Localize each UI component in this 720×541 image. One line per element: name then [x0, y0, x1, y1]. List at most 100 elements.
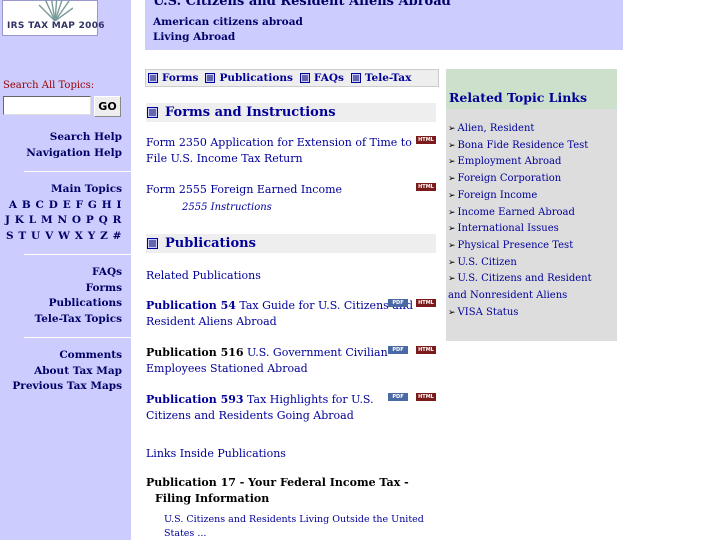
related-topic-item[interactable]: ➢ U.S. Citizens and Resident	[448, 271, 616, 288]
forms-link[interactable]: Forms	[35, 281, 122, 297]
arrow-bullet-icon: ➢	[448, 190, 456, 201]
2555-instructions-link[interactable]: 2555 Instructions	[182, 202, 272, 213]
alphabet-row-j-r[interactable]: J K L M N O P Q R	[5, 213, 122, 229]
html-badge-icon[interactable]: HTML	[416, 299, 436, 307]
publications-section-heading: Publications	[146, 234, 436, 253]
previous-tax-maps-link[interactable]: Previous Tax Maps	[12, 379, 122, 395]
html-badge-icon[interactable]: HTML	[416, 346, 436, 354]
publication-593-link[interactable]: Publication 593 Tax Highlights for U.S. …	[146, 393, 374, 422]
form-title: Foreign Earned Income	[206, 183, 343, 196]
forms-section-heading: Forms and Instructions	[146, 103, 436, 122]
topic-label: Foreign Corporation	[457, 173, 562, 185]
arrow-bullet-icon: ➢	[448, 207, 456, 218]
related-topic-item[interactable]: ➢ Physical Presence Test	[448, 238, 616, 255]
search-input[interactable]	[3, 96, 91, 115]
related-topic-list: ➢ Alien, Resident ➢ Bona Fide Residence Te…	[448, 121, 616, 321]
publication-516-item[interactable]: Publication 516 U.S. Government Civilian…	[146, 345, 416, 377]
form-number: Form 2555	[146, 183, 207, 196]
header-subtitle-1: American citizens abroad	[153, 16, 303, 28]
main-topics-link[interactable]: Main Topics	[5, 182, 122, 198]
topic-label: Income Earned Abroad	[457, 206, 575, 218]
html-badge-icon[interactable]: HTML	[416, 136, 436, 144]
header-subtitle-2: Living Abroad	[153, 31, 236, 43]
related-publications-label: Related Publications	[146, 269, 261, 282]
square-bullet-icon	[350, 73, 361, 83]
pdf-badge-icon[interactable]: PDF	[388, 393, 408, 401]
pdf-badge-icon[interactable]: PDF	[388, 346, 408, 354]
related-topic-links-header: Related Topic Links	[446, 69, 617, 109]
sidebar-divider	[24, 337, 131, 338]
square-bullet-icon	[205, 73, 216, 83]
logo-text: IRS TAX MAP 2006	[7, 21, 105, 31]
comments-link[interactable]: Comments	[12, 348, 122, 364]
form-2555-item[interactable]: Form 2555 Foreign Earned Income	[146, 182, 416, 198]
page-header: U.S. Citizens and Resident Aliens Abroad…	[145, 0, 623, 50]
sidebar-divider	[24, 171, 131, 172]
arrow-bullet-icon: ➢	[448, 157, 456, 168]
publication-17-topic-link[interactable]: U.S. Citizens and Residents Living Outsi…	[164, 513, 444, 541]
arrow-bullet-icon: ➢	[448, 140, 456, 151]
about-tax-map-link[interactable]: About Tax Map	[12, 364, 122, 380]
topic-label: U.S. Citizens and Resident	[457, 273, 592, 285]
section-tab-bar: Forms Publications FAQs Tele-Tax	[145, 69, 439, 87]
tab-label: Forms	[162, 72, 199, 84]
form-number: Form 2350	[146, 136, 207, 149]
tab-label: Publications	[219, 72, 293, 84]
related-topic-item[interactable]: ➢ Foreign Income	[448, 188, 616, 205]
search-help-link[interactable]: Search Help	[26, 130, 122, 146]
left-sidebar: IRS TAX MAP 2006 Search All Topics: GO S…	[0, 0, 131, 540]
alphabet-row-a-i[interactable]: A B C D E F G H I	[5, 198, 122, 214]
pdf-badge-icon[interactable]: PDF	[388, 299, 408, 307]
form-2350-item[interactable]: Form 2350 Application for Extension of T…	[146, 135, 416, 167]
alphabet-row-s-z[interactable]: S T U V W X Y Z #	[5, 229, 122, 245]
related-topic-item-continuation[interactable]: and Nonresident Aliens	[448, 288, 616, 305]
arrow-bullet-icon: ➢	[448, 274, 456, 285]
tab-publications[interactable]: Publications	[205, 72, 293, 84]
related-topic-item[interactable]: ➢ VISA Status	[448, 305, 616, 322]
publication-number: Publication 54	[146, 299, 236, 312]
publication-17-title-line2: Filing Information	[155, 492, 270, 505]
html-badge-icon[interactable]: HTML	[416, 183, 436, 191]
topic-label: Foreign Income	[457, 189, 538, 201]
tab-faqs[interactable]: FAQs	[299, 72, 344, 84]
related-topic-item[interactable]: ➢ Alien, Resident	[448, 121, 616, 138]
irs-tax-map-logo[interactable]: IRS TAX MAP 2006	[2, 0, 105, 36]
publication-54-item[interactable]: Publication 54 Tax Guide for U.S. Citize…	[146, 298, 416, 330]
form-2555-link[interactable]: Form 2555 Foreign Earned Income	[146, 183, 342, 196]
publication-17-heading: Publication 17 - Your Federal Income Tax…	[146, 475, 436, 507]
topic-label: Employment Abroad	[457, 156, 562, 168]
arrow-bullet-icon: ➢	[448, 224, 456, 235]
topic-label: International Issues	[457, 223, 559, 235]
html-badge-icon[interactable]: HTML	[416, 393, 436, 401]
square-bullet-icon	[147, 238, 158, 249]
navigation-help-link[interactable]: Navigation Help	[26, 146, 122, 162]
arrow-bullet-icon: ➢	[448, 174, 456, 185]
tab-label: Tele-Tax	[364, 72, 412, 84]
publication-593-item[interactable]: Publication 593 Tax Highlights for U.S. …	[146, 392, 416, 424]
related-topic-item[interactable]: ➢ Foreign Corporation	[448, 171, 616, 188]
tab-tele-tax[interactable]: Tele-Tax	[350, 72, 412, 84]
sidebar-divider	[24, 254, 131, 255]
help-links: Search Help Navigation Help	[26, 130, 122, 161]
related-topic-links-panel: Related Topic Links ➢ Alien, Resident ➢ Bo…	[446, 69, 617, 341]
page-title: U.S. Citizens and Resident Aliens Abroad	[153, 0, 451, 9]
related-topic-item[interactable]: ➢ Income Earned Abroad	[448, 205, 616, 222]
tele-tax-topics-link[interactable]: Tele-Tax Topics	[35, 312, 122, 328]
topic-label: Bona Fide Residence Test	[457, 139, 589, 151]
related-topic-links-title: Related Topic Links	[449, 90, 587, 105]
publications-link[interactable]: Publications	[35, 296, 122, 312]
publication-54-link[interactable]: Publication 54 Tax Guide for U.S. Citize…	[146, 299, 413, 328]
related-topic-item[interactable]: ➢ U.S. Citizen	[448, 255, 616, 272]
go-button[interactable]: GO	[94, 96, 121, 117]
search-label: Search All Topics:	[3, 80, 95, 91]
related-topic-item[interactable]: ➢ Employment Abroad	[448, 154, 616, 171]
sunburst-logo-icon	[38, 0, 73, 21]
related-topic-item[interactable]: ➢ Bona Fide Residence Test	[448, 138, 616, 155]
topic-label: Alien, Resident	[457, 123, 535, 134]
tab-forms[interactable]: Forms	[148, 72, 198, 84]
faqs-link[interactable]: FAQs	[35, 265, 122, 281]
arrow-bullet-icon: ➢	[448, 240, 456, 251]
form-2350-link[interactable]: Form 2350 Application for Extension of T…	[146, 136, 412, 165]
related-topic-item[interactable]: ➢ International Issues	[448, 221, 616, 238]
square-bullet-icon	[299, 73, 310, 83]
